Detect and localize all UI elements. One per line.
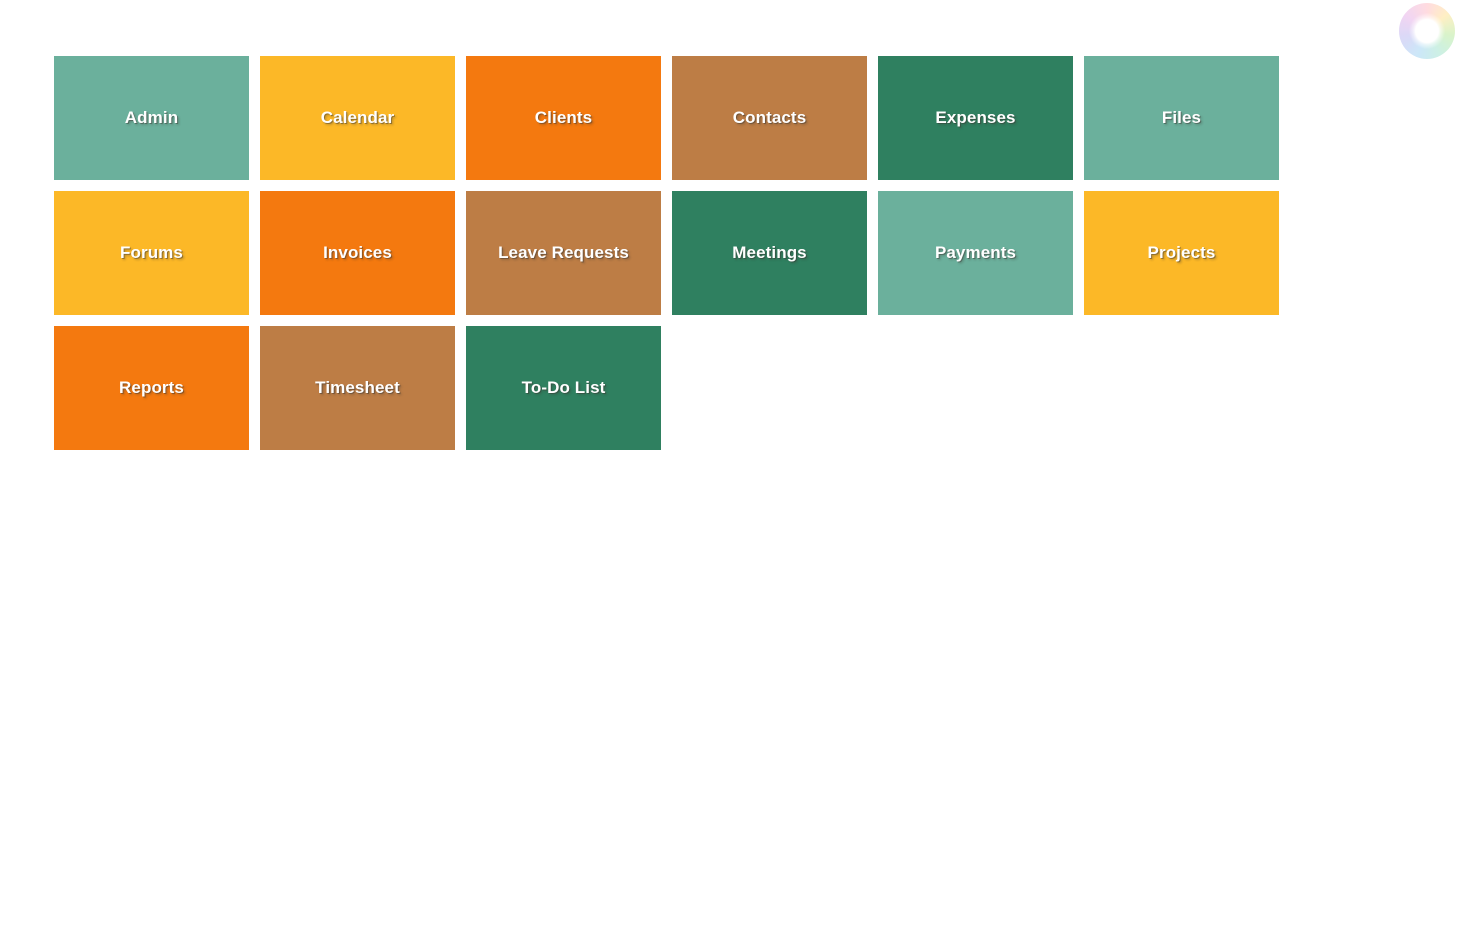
tile-projects[interactable]: Projects — [1084, 191, 1279, 315]
tile-label: Reports — [119, 377, 184, 397]
tile-forums[interactable]: Forums — [54, 191, 249, 315]
tile-label: Timesheet — [315, 377, 400, 397]
color-wheel-icon — [1399, 3, 1455, 59]
tile-label: Admin — [124, 107, 179, 127]
tile-expenses[interactable]: Expenses — [878, 56, 1073, 180]
tile-invoices[interactable]: Invoices — [260, 191, 455, 315]
tile-label: Forums — [120, 242, 183, 262]
tile-reports[interactable]: Reports — [54, 326, 249, 450]
tile-label: Projects — [1147, 242, 1216, 262]
tile-meetings[interactable]: Meetings — [672, 191, 867, 315]
tile-label: Contacts — [732, 107, 807, 127]
tile-label: Meetings — [732, 242, 807, 262]
tile-label: Calendar — [320, 107, 395, 127]
tile-admin[interactable]: Admin — [54, 56, 249, 180]
tile-calendar[interactable]: Calendar — [260, 56, 455, 180]
color-wheel-spinner[interactable] — [1399, 3, 1455, 59]
tile-files[interactable]: Files — [1084, 56, 1279, 180]
tile-label: Payments — [934, 242, 1017, 262]
tile-label: To-Do List — [521, 377, 606, 397]
tile-leave-requests[interactable]: Leave Requests — [466, 191, 661, 315]
tile-label: Clients — [534, 107, 593, 127]
module-tile-grid: Admin Calendar Clients Contacts Expenses File… — [54, 56, 1279, 450]
tile-timesheet[interactable]: Timesheet — [260, 326, 455, 450]
tile-contacts[interactable]: Contacts — [672, 56, 867, 180]
tile-label: Files — [1161, 107, 1202, 127]
tile-payments[interactable]: Payments — [878, 191, 1073, 315]
tile-label: Invoices — [323, 242, 392, 262]
tile-clients[interactable]: Clients — [466, 56, 661, 180]
tile-todo-list[interactable]: To-Do List — [466, 326, 661, 450]
tile-label: Leave Requests — [498, 242, 629, 262]
tile-label: Expenses — [935, 107, 1016, 127]
